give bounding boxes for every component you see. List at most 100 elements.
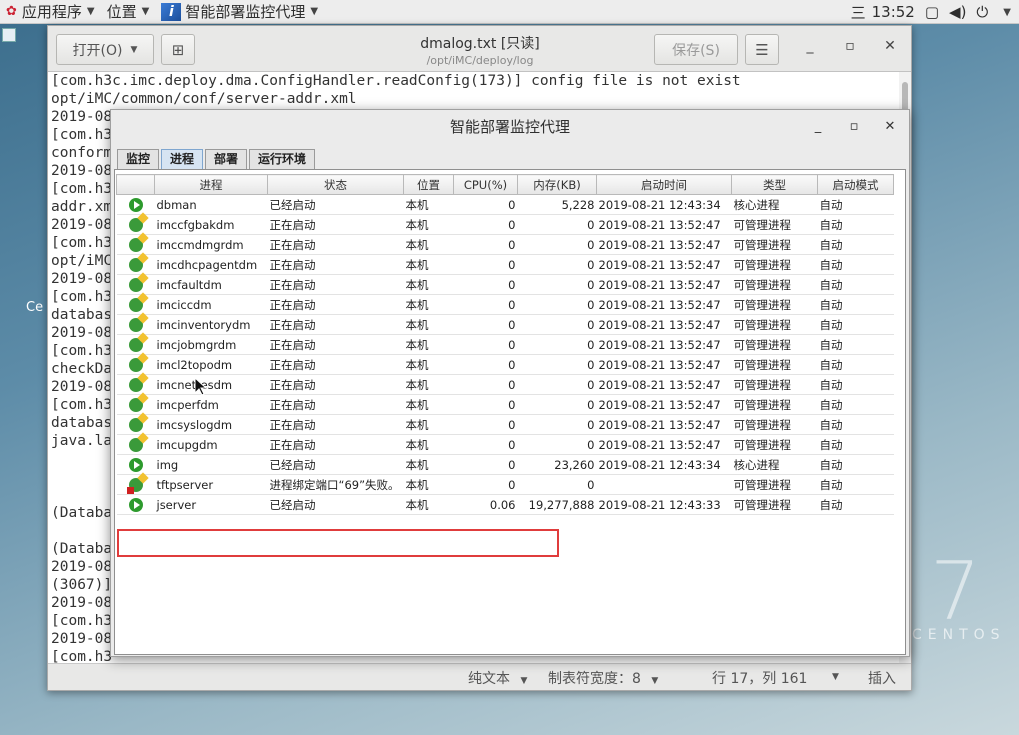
centos-logo-text: CENTOS xyxy=(912,627,1006,643)
table-row[interactable]: imciccdm 正在启动 本机 0 0 2019-08-21 13:52:47 可管理进程… xyxy=(116,294,894,315)
status-icon-cell xyxy=(116,414,155,435)
cell-time: 2019-08-21 13:52:47 xyxy=(596,354,732,375)
cursor-position-label: 行 17，列 161 xyxy=(712,671,808,687)
desktop-icon[interactable] xyxy=(2,28,16,42)
cell-cpu: 0 xyxy=(453,374,518,395)
table-row[interactable]: imcfaultdm 正在启动 本机 0 0 2019-08-21 13:52:47 可管理… xyxy=(116,274,894,295)
cell-type: 可管理进程 xyxy=(731,334,818,355)
column-header[interactable]: 状态 xyxy=(267,174,404,195)
running-process-icon xyxy=(128,457,143,472)
cell-type: 可管理进程 xyxy=(731,474,818,495)
tab-deploy[interactable]: 部署 xyxy=(205,149,248,169)
chevron-down-icon[interactable]: ▼ xyxy=(832,672,839,682)
volume-icon[interactable]: ◀) xyxy=(949,3,966,21)
table-row[interactable]: imcperfdm 正在启动 本机 0 0 2019-08-21 13:52:47 可管理进… xyxy=(116,394,894,415)
imc-app-icon: i xyxy=(161,2,182,21)
scrollbar-thumb[interactable] xyxy=(902,82,908,112)
table-row[interactable]: imcupgdm 正在启动 本机 0 0 2019-08-21 13:52:47 可管理进程… xyxy=(116,434,894,455)
cell-name: imccmdmgrdm xyxy=(154,234,268,255)
places-menu[interactable]: 位置 ▼ xyxy=(101,0,156,24)
cell-time: 2019-08-21 13:52:47 xyxy=(596,254,732,275)
applications-menu[interactable]: ✿ 应用程序 ▼ xyxy=(0,0,101,24)
starting-process-icon xyxy=(128,437,143,452)
column-header[interactable]: 启动模式 xyxy=(817,174,894,195)
cell-mem: 0 xyxy=(517,354,597,375)
cell-type: 可管理进程 xyxy=(731,274,818,295)
power-icon[interactable]: ⏻ xyxy=(976,3,988,21)
cell-name: imcdhcpagentdm xyxy=(154,254,268,275)
table-row[interactable]: imcnetresdm 正在启动 本机 0 0 2019-08-21 13:52:47 可管… xyxy=(116,374,894,395)
tab-environment[interactable]: 运行环境 xyxy=(249,149,316,169)
editor-text-line: opt/iMC/common/conf/server-addr.xml xyxy=(51,91,357,107)
table-row[interactable]: imccfgbakdm 正在启动 本机 0 0 2019-08-21 13:52:47 可管… xyxy=(116,214,894,235)
cell-name: imcnetresdm xyxy=(154,374,268,395)
column-header[interactable]: 位置 xyxy=(403,174,454,195)
cell-cpu: 0 xyxy=(453,274,518,295)
hamburger-menu-button[interactable]: ☰ xyxy=(745,34,779,65)
maximize-button[interactable]: ▫ xyxy=(840,38,860,58)
column-header[interactable]: 类型 xyxy=(731,174,818,195)
column-header-icon[interactable] xyxy=(116,174,155,195)
cell-time: 2019-08-21 13:52:47 xyxy=(596,334,732,355)
cell-status: 正在启动 xyxy=(267,394,404,415)
dialog-close-button[interactable]: ✕ xyxy=(881,119,899,137)
column-header[interactable]: CPU(%) xyxy=(453,174,518,195)
table-row[interactable]: dbman 已经启动 本机 0 5,228 2019-08-21 12:43:34 核心进程… xyxy=(116,194,894,215)
screen-icon[interactable]: ▢ xyxy=(925,3,939,21)
cell-location: 本机 xyxy=(403,494,454,515)
cell-time: 2019-08-21 13:52:47 xyxy=(596,234,732,255)
places-menu-label: 位置 xyxy=(106,3,137,21)
new-document-button[interactable]: ⊞ xyxy=(161,34,195,65)
desktop-icon-label[interactable]: Ce xyxy=(26,300,43,315)
close-button[interactable]: ✕ xyxy=(880,38,900,58)
starting-process-icon xyxy=(128,417,143,432)
status-icon-cell xyxy=(116,194,155,215)
open-button[interactable]: 打开(O) ▼ xyxy=(56,34,154,65)
table-row[interactable]: imccmdmgrdm 正在启动 本机 0 0 2019-08-21 13:52:47 可管… xyxy=(116,234,894,255)
tab-process[interactable]: 进程 xyxy=(161,149,204,169)
column-header[interactable]: 启动时间 xyxy=(596,174,732,195)
cell-name: imccfgbakdm xyxy=(154,214,268,235)
cell-name: imcfaultdm xyxy=(154,274,268,295)
cell-time: 2019-08-21 12:43:34 xyxy=(596,194,732,215)
table-row[interactable]: imcinventorydm 正在启动 本机 0 0 2019-08-21 13:52:4… xyxy=(116,314,894,335)
dialog-minimize-button[interactable]: _ xyxy=(809,119,827,137)
starting-process-icon xyxy=(128,357,143,372)
language-selector[interactable]: 纯文本 ▼ xyxy=(468,668,527,688)
cell-mem: 0 xyxy=(517,294,597,315)
insert-mode[interactable]: 插入 xyxy=(868,668,896,688)
cell-location: 本机 xyxy=(403,454,454,475)
column-header[interactable]: 内存(KB) xyxy=(517,174,597,195)
active-app-menu[interactable]: i 智能部署监控代理 ▼ xyxy=(155,0,324,24)
clock[interactable]: 13:52 xyxy=(872,3,915,21)
input-method-indicator[interactable]: 三 xyxy=(851,2,866,23)
cell-mem: 0 xyxy=(517,214,597,235)
save-button[interactable]: 保存(S) xyxy=(654,34,738,65)
table-row[interactable]: img 已经启动 本机 0 23,260 2019-08-21 12:43:34 核心进程自… xyxy=(116,454,894,475)
cell-location: 本机 xyxy=(403,314,454,335)
tab-monitor[interactable]: 监控 xyxy=(117,149,160,169)
cell-status: 正在启动 xyxy=(267,234,404,255)
status-icon-cell xyxy=(116,374,155,395)
table-row[interactable]: imcjobmgrdm 正在启动 本机 0 0 2019-08-21 13:52:47 可管… xyxy=(116,334,894,355)
table-row[interactable]: imcl2topodm 正在启动 本机 0 0 2019-08-21 13:52:47 可管… xyxy=(116,354,894,375)
cell-cpu: 0.06 xyxy=(453,494,518,515)
tab-width-selector[interactable]: 制表符宽度：8 ▼ xyxy=(548,668,658,688)
minimize-button[interactable]: _ xyxy=(800,38,820,58)
table-row[interactable]: imcdhcpagentdm 正在启动 本机 0 0 2019-08-21 13:52:4… xyxy=(116,254,894,275)
table-row[interactable]: imcsyslogdm 正在启动 本机 0 0 2019-08-21 13:52:47 可管… xyxy=(116,414,894,435)
chevron-down-icon: ▼ xyxy=(520,676,528,686)
dialog-maximize-button[interactable]: ▫ xyxy=(845,119,863,137)
chevron-down-icon[interactable]: ▼ xyxy=(1003,7,1011,18)
table-row[interactable]: jserver 已经启动 本机 0.06 19,277,888 2019-08-21 12… xyxy=(116,494,894,515)
cell-mem: 0 xyxy=(517,374,597,395)
cell-name: imcinventorydm xyxy=(154,314,268,335)
cell-cpu: 0 xyxy=(453,434,518,455)
column-header[interactable]: 进程 xyxy=(154,174,268,195)
status-icon-cell xyxy=(116,294,155,315)
chevron-down-icon: ▼ xyxy=(130,44,138,55)
table-row[interactable]: tftpserver 进程绑定端口“69”失败。 本机 0 0 可管理进程 自动 xyxy=(116,474,894,495)
cell-time: 2019-08-21 13:52:47 xyxy=(596,294,732,315)
cell-name: img xyxy=(154,454,268,475)
cursor-position[interactable]: 行 17，列 161 xyxy=(712,668,807,688)
